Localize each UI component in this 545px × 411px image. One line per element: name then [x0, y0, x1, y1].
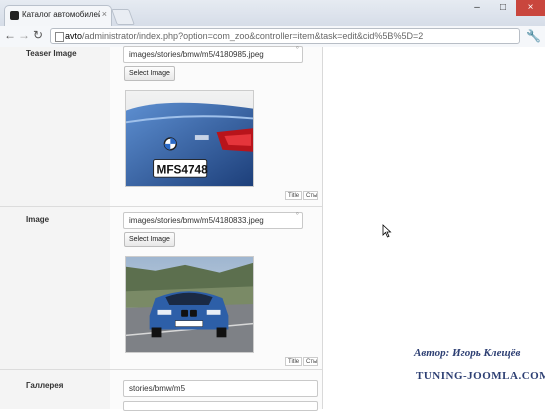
teaser-image-label: Teaser Image [26, 49, 77, 58]
close-tab-icon[interactable]: × [102, 9, 107, 19]
style-tab[interactable]: Сты [303, 191, 318, 200]
tab-strip: Каталог автомобилей - A × – □ × [0, 0, 545, 26]
image-select-image-button[interactable]: Select Image [124, 232, 175, 247]
car-rear-image: MFS4748 [126, 91, 253, 186]
close-window-button[interactable]: × [516, 0, 545, 16]
row-divider [0, 369, 322, 370]
title-tab[interactable]: Title [285, 357, 302, 366]
favicon-icon [10, 11, 19, 20]
image-path: images/stories/bmw/m5/4180833.jpeg [129, 216, 264, 225]
gallery-label: Галлерея [26, 381, 64, 390]
svg-text:MFS4748: MFS4748 [157, 163, 209, 176]
browser-tab[interactable]: Каталог автомобилей - A × [4, 5, 112, 26]
wrench-icon[interactable]: 🔧 [526, 29, 541, 43]
teaser-image-path-input[interactable]: images/stories/bmw/m5/4180985.jpeg ° [123, 45, 303, 63]
watermark-site: TUNING-JOOMLA.COM [416, 370, 545, 382]
maximize-button[interactable]: □ [490, 0, 516, 16]
style-tab[interactable]: Сты [303, 357, 318, 366]
car-front-image [126, 257, 253, 352]
url-text: avto/administrator/index.php?option=com_… [65, 31, 424, 41]
browser-toolbar: ← → ↻ avto/administrator/index.php?optio… [0, 26, 545, 48]
image-label: Image [26, 215, 50, 224]
back-icon[interactable]: ← [4, 28, 16, 42]
tab-title: Каталог автомобилей - A [22, 10, 100, 19]
gallery-path-input[interactable]: stories/bmw/m5 [123, 380, 318, 397]
clear-icon[interactable]: ° [296, 45, 299, 54]
reload-icon[interactable]: ↻ [33, 28, 43, 42]
teaser-image-path: images/stories/bmw/m5/4180985.jpeg [129, 50, 264, 59]
address-bar[interactable]: avto/administrator/index.php?option=com_… [50, 28, 520, 44]
new-tab-button[interactable] [111, 9, 135, 25]
row-divider [0, 206, 322, 207]
gallery-path: stories/bmw/m5 [129, 384, 186, 393]
label-column [0, 47, 111, 409]
image-preview [125, 256, 254, 353]
page-icon [55, 32, 64, 42]
mouse-cursor-icon [382, 224, 392, 238]
clear-icon[interactable]: ° [296, 211, 299, 220]
teaser-select-image-button[interactable]: Select Image [124, 66, 175, 81]
minimize-button[interactable]: – [464, 0, 490, 16]
watermark-author: Автор: Игорь Клещёв [414, 347, 521, 359]
image-path-input[interactable]: images/stories/bmw/m5/4180833.jpeg ° [123, 211, 303, 229]
forward-icon[interactable]: → [18, 28, 30, 42]
teaser-image-preview: MFS4748 [125, 90, 254, 187]
title-tab[interactable]: Title [285, 191, 302, 200]
gallery-next-input[interactable] [123, 401, 318, 411]
